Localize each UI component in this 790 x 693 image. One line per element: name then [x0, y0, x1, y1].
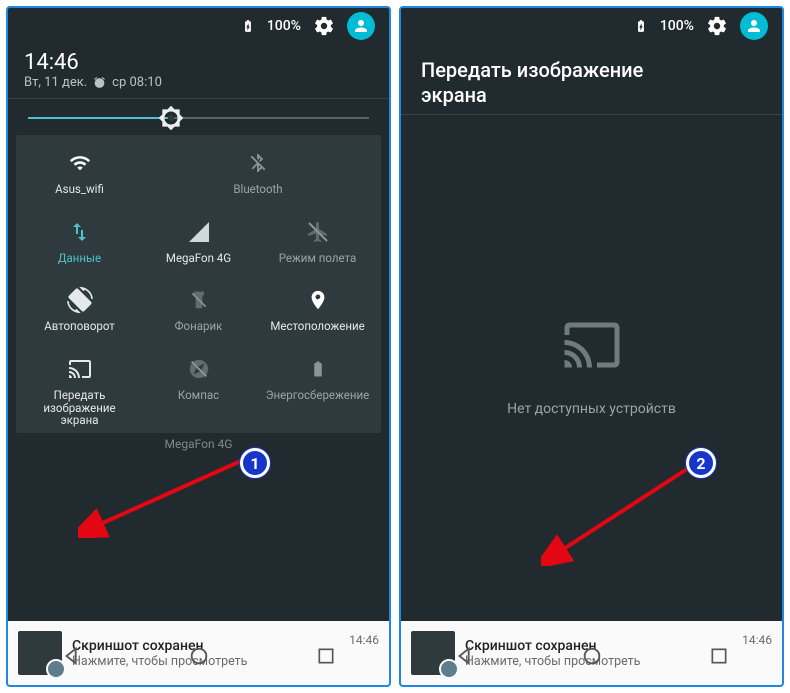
tile-label: MegaFon 4G [166, 252, 231, 265]
brightness-slider[interactable] [8, 99, 389, 129]
notification-text: Скриншот сохранен Нажмите, чтобы просмот… [72, 638, 339, 669]
cast-empty-message: Нет доступных устройств [507, 401, 676, 417]
alarm-icon [93, 76, 106, 89]
tile-label: Режим полета [279, 252, 357, 265]
tile-airplane[interactable]: Режим полета [258, 214, 377, 269]
brightness-track[interactable] [28, 117, 369, 119]
tile-wifi[interactable]: Asus_wifi [20, 145, 139, 200]
title-line1: Передать изображение [421, 58, 643, 82]
compass-off-icon [188, 355, 210, 383]
tile-signal[interactable]: MegaFon 4G [139, 214, 258, 269]
signal-icon [187, 218, 211, 246]
tile-autorotate[interactable]: Автоповорот [20, 282, 139, 337]
battery-percent: 100% [267, 18, 301, 34]
data-arrows-icon [68, 218, 92, 246]
cast-body: Нет доступных устройств [401, 115, 782, 617]
battery-charging-icon [241, 17, 255, 35]
tile-flashlight[interactable]: Фонарик [139, 282, 258, 337]
notification-subtitle: Нажмите, чтобы просмотреть [465, 654, 732, 669]
phone-left-quick-settings: 100% 14:46 Вт, 11 дек. ср 08:10 Asus_wif… [6, 6, 391, 687]
battery-percent: 100% [660, 18, 694, 34]
battery-saver-icon [309, 355, 327, 383]
tile-label: Asus_wifi [55, 183, 104, 196]
notification-text: Скриншот сохранен Нажмите, чтобы просмот… [465, 638, 732, 669]
tile-data[interactable]: Данные [20, 214, 139, 269]
annotation-arrow-1 [78, 448, 253, 538]
status-bar: 100% [8, 8, 389, 44]
tile-label: Энергосбережение [266, 389, 369, 402]
tile-compass[interactable]: Компас [139, 351, 258, 431]
notification-time: 14:46 [349, 633, 379, 647]
user-avatar[interactable] [740, 12, 768, 40]
notification-thumbnail [18, 631, 62, 675]
notification-time: 14:46 [742, 633, 772, 647]
user-avatar[interactable] [347, 12, 375, 40]
tile-label: Компас [178, 389, 219, 402]
rotate-icon [67, 286, 93, 314]
notification-subtitle: Нажмите, чтобы просмотреть [72, 654, 339, 669]
tile-location[interactable]: Местоположение [258, 282, 377, 337]
cast-large-icon [556, 315, 628, 375]
tile-label: Фонарик [175, 320, 223, 333]
date-alarm-row: Вт, 11 дек. ср 08:10 [24, 75, 373, 90]
wifi-icon [66, 149, 94, 177]
tile-cast[interactable]: Передать изображение экрана [20, 351, 139, 431]
tile-battery-saver[interactable]: Энергосбережение [258, 351, 377, 431]
notification-card[interactable]: Скриншот сохранен Нажмите, чтобы просмот… [401, 621, 782, 685]
phone-right-cast-dialog: 100% Передать изображение экрана Нет дос… [399, 6, 784, 687]
carrier-footer: MegaFon 4G [8, 433, 389, 451]
tile-label: Местоположение [270, 320, 364, 333]
quick-tiles-grid: Asus_wifi Bluetooth Данные MegaFon 4G Ре… [16, 135, 381, 433]
flashlight-off-icon [189, 286, 209, 314]
tile-label: Bluetooth [233, 183, 282, 196]
notification-card[interactable]: Скриншот сохранен Нажмите, чтобы просмот… [8, 621, 389, 685]
battery-charging-icon [634, 17, 648, 35]
annotation-badge-2: 2 [686, 448, 716, 478]
tile-label: Данные [58, 252, 101, 265]
tile-label: Передать изображение экрана [25, 389, 135, 427]
notification-title: Скриншот сохранен [465, 638, 732, 654]
clock-time: 14:46 [24, 50, 373, 75]
title-line2: экрана [421, 83, 762, 108]
status-bar: 100% [401, 8, 782, 44]
airplane-off-icon [306, 218, 330, 246]
location-icon [307, 286, 329, 314]
cast-icon [66, 355, 94, 383]
cast-dialog-title: Передать изображение экрана [401, 44, 782, 114]
tile-bluetooth[interactable]: Bluetooth [139, 145, 377, 200]
date-text: Вт, 11 дек. [24, 75, 87, 90]
settings-gear-icon[interactable] [313, 15, 335, 37]
qs-header: 14:46 Вт, 11 дек. ср 08:10 [8, 44, 389, 98]
tile-label: Автоповорот [44, 320, 115, 333]
notification-thumbnail [411, 631, 455, 675]
annotation-badge-1: 1 [240, 448, 270, 478]
brightness-thumb-icon[interactable] [158, 105, 184, 131]
settings-gear-icon[interactable] [706, 15, 728, 37]
alarm-text: ср 08:10 [112, 75, 162, 90]
bluetooth-off-icon [247, 149, 269, 177]
notification-title: Скриншот сохранен [72, 638, 339, 654]
